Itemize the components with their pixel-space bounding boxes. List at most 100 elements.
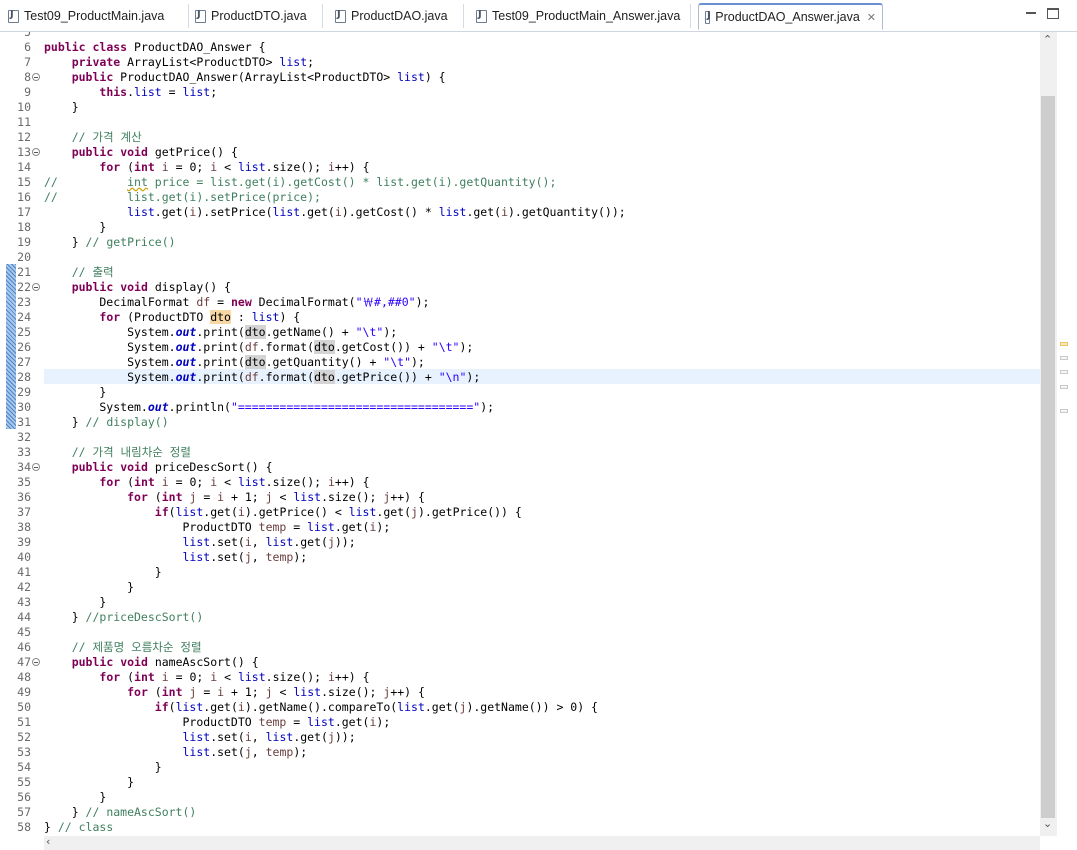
tab-test09-productmain-answer[interactable]: Test09_ProductMain_Answer.java <box>476 4 691 28</box>
code-line[interactable]: 17 list.get(i).setPrice(list.get(i).getC… <box>0 205 1040 220</box>
code-line[interactable]: 32 <box>0 430 1040 445</box>
code-line[interactable]: 6 public class ProductDAO_Answer { <box>0 40 1040 55</box>
code-line[interactable]: 7 private ArrayList<ProductDTO> list; <box>0 55 1040 70</box>
tab-productdto[interactable]: ProductDTO.java <box>195 4 323 28</box>
code-line[interactable]: 52 list.set(i, list.get(j)); <box>0 730 1040 745</box>
code-line[interactable]: 35 for (int i = 0; i < list.size(); i++)… <box>0 475 1040 490</box>
code-line[interactable]: 42 } <box>0 580 1040 595</box>
code-line[interactable]: 13 public void getPrice() { <box>0 145 1040 160</box>
code-line[interactable]: 33 // 가격 내림차순 정렬 <box>0 445 1040 460</box>
code-line[interactable]: 43 } <box>0 595 1040 610</box>
code-line[interactable]: 15 // int price = list.get(i).getCost() *… <box>0 175 1040 190</box>
code-line[interactable]: 30 System.out.println("=================… <box>0 400 1040 415</box>
line-number: 43 <box>17 595 31 609</box>
tab-test09-productmain[interactable]: Test09_ProductMain.java <box>8 4 189 28</box>
code-text: private ArrayList<ProductDTO> list; <box>71 55 315 69</box>
minimize-icon[interactable] <box>1025 8 1037 19</box>
line-number: 37 <box>17 505 31 519</box>
code-line[interactable]: 24 for (ProductDTO dto : list) { <box>0 310 1040 325</box>
code-line[interactable]: 19 } // getPrice() <box>0 235 1040 250</box>
code-line[interactable]: 47 public void nameAscSort() { <box>0 655 1040 670</box>
code-line[interactable]: 8 public ProductDAO_Answer(ArrayList<Pro… <box>0 70 1040 85</box>
code-line[interactable]: 58} // class <box>0 820 1040 835</box>
line-number: 25 <box>17 325 31 339</box>
fold-toggle-icon[interactable] <box>32 73 40 81</box>
code-line[interactable]: 54 } <box>0 760 1040 775</box>
scroll-down-icon[interactable]: ⌄ <box>1043 817 1052 830</box>
code-text: DecimalFormat df = new DecimalFormat("￦#… <box>44 295 430 309</box>
code-text: // 가격 계산 <box>71 130 142 144</box>
code-line[interactable]: 21 // 출력 <box>0 265 1040 280</box>
code-line[interactable]: 50 if(list.get(i).getName().compareTo(li… <box>0 700 1040 715</box>
code-text: // 가격 내림차순 정렬 <box>71 445 191 459</box>
code-line[interactable]: 12 // 가격 계산 <box>0 130 1040 145</box>
code-line[interactable]: 39 list.set(i, list.get(j)); <box>0 535 1040 550</box>
code-line[interactable]: 26 System.out.print(df.format(dto.getCos… <box>0 340 1040 355</box>
line-number: 20 <box>17 250 31 264</box>
horizontal-scrollbar[interactable] <box>44 836 1040 850</box>
code-text: public void display() { <box>71 280 231 294</box>
fold-toggle-icon[interactable] <box>32 283 40 291</box>
code-line[interactable]: 27 System.out.print(dto.getQuantity() + … <box>0 355 1040 370</box>
code-text: for (int i = 0; i < list.size(); i++) { <box>99 160 370 174</box>
code-text: for (int i = 0; i < list.size(); i++) { <box>99 670 370 684</box>
code-line[interactable]: 41 } <box>0 565 1040 580</box>
code-line[interactable]: 5 <box>0 32 1040 40</box>
code-line[interactable]: 55 } <box>0 775 1040 790</box>
fold-toggle-icon[interactable] <box>32 148 40 156</box>
line-number: 19 <box>17 235 31 249</box>
line-number: 41 <box>17 565 31 579</box>
overview-ruler[interactable] <box>1058 32 1077 836</box>
code-line[interactable]: 45 <box>0 625 1040 640</box>
code-line[interactable]: 48 for (int i = 0; i < list.size(); i++)… <box>0 670 1040 685</box>
code-line[interactable]: 53 list.set(j, temp); <box>0 745 1040 760</box>
overview-ruler-occurrence-mark[interactable] <box>1060 342 1068 346</box>
line-number: 15 <box>17 175 31 189</box>
code-text: for (int j = i + 1; j < list.size(); j++… <box>127 685 425 699</box>
fold-toggle-icon[interactable] <box>32 658 40 666</box>
code-line[interactable]: 29 } <box>0 385 1040 400</box>
code-line[interactable]: 57 } // nameAscSort() <box>0 805 1040 820</box>
code-line[interactable]: 25 System.out.print(dto.getName() + "\t"… <box>0 325 1040 340</box>
code-line[interactable]: 44 } //priceDescSort() <box>0 610 1040 625</box>
code-line[interactable]: 9 this.list = list; <box>0 85 1040 100</box>
code-line[interactable]: 40 list.set(j, temp); <box>0 550 1040 565</box>
tab-productdao-answer[interactable]: ProductDAO_Answer.java ✕ <box>698 3 883 30</box>
code-line[interactable]: 16 // list.get(i).setPrice(price); <box>0 190 1040 205</box>
code-line[interactable]: 10 } <box>0 100 1040 115</box>
overview-ruler-mark[interactable] <box>1060 356 1068 360</box>
maximize-icon[interactable] <box>1047 8 1059 19</box>
code-text: list.set(i, list.get(j)); <box>182 730 356 744</box>
vertical-scrollbar-thumb[interactable] <box>1041 96 1055 818</box>
code-line[interactable]: 18 } <box>0 220 1040 235</box>
overview-ruler-mark[interactable] <box>1060 409 1068 413</box>
fold-toggle-icon[interactable] <box>32 463 40 471</box>
code-line[interactable]: 20 <box>0 250 1040 265</box>
line-number: 12 <box>17 130 31 144</box>
code-line[interactable]: 51 ProductDTO temp = list.get(i); <box>0 715 1040 730</box>
close-tab-icon[interactable]: ✕ <box>867 11 876 24</box>
code-text: list.set(j, temp); <box>182 745 308 759</box>
code-line[interactable]: 11 <box>0 115 1040 130</box>
code-text: list.set(i, list.get(j)); <box>182 535 356 549</box>
code-line[interactable]: 37 if(list.get(i).getPrice() < list.get(… <box>0 505 1040 520</box>
code-line[interactable]: 22 public void display() { <box>0 280 1040 295</box>
code-editor[interactable]: 5 6 public class ProductDAO_Answer {7 priv… <box>0 32 1040 836</box>
overview-ruler-mark[interactable] <box>1060 370 1068 374</box>
code-line[interactable]: 49 for (int j = i + 1; j < list.size(); … <box>0 685 1040 700</box>
code-line[interactable]: 36 for (int j = i + 1; j < list.size(); … <box>0 490 1040 505</box>
code-line[interactable]: 14 for (int i = 0; i < list.size(); i++)… <box>0 160 1040 175</box>
code-line[interactable]: 23 DecimalFormat df = new DecimalFormat(… <box>0 295 1040 310</box>
overview-ruler-mark[interactable] <box>1060 385 1068 389</box>
code-line[interactable]: 46 // 제품명 오름차순 정렬 <box>0 640 1040 655</box>
line-number: 29 <box>17 385 31 399</box>
code-line[interactable]: 38 ProductDTO temp = list.get(i); <box>0 520 1040 535</box>
tab-productdao[interactable]: ProductDAO.java <box>335 4 464 28</box>
code-line[interactable]: 28 System.out.print(df.format(dto.getPri… <box>0 370 1040 385</box>
code-text: System.out.println("====================… <box>44 400 495 414</box>
code-line[interactable]: 34 public void priceDescSort() { <box>0 460 1040 475</box>
code-line[interactable]: 56 } <box>0 790 1040 805</box>
scroll-up-icon[interactable]: ⌃ <box>1043 33 1052 46</box>
code-line[interactable]: 31 } // display() <box>0 415 1040 430</box>
scroll-left-icon[interactable]: ‹ <box>46 835 50 848</box>
